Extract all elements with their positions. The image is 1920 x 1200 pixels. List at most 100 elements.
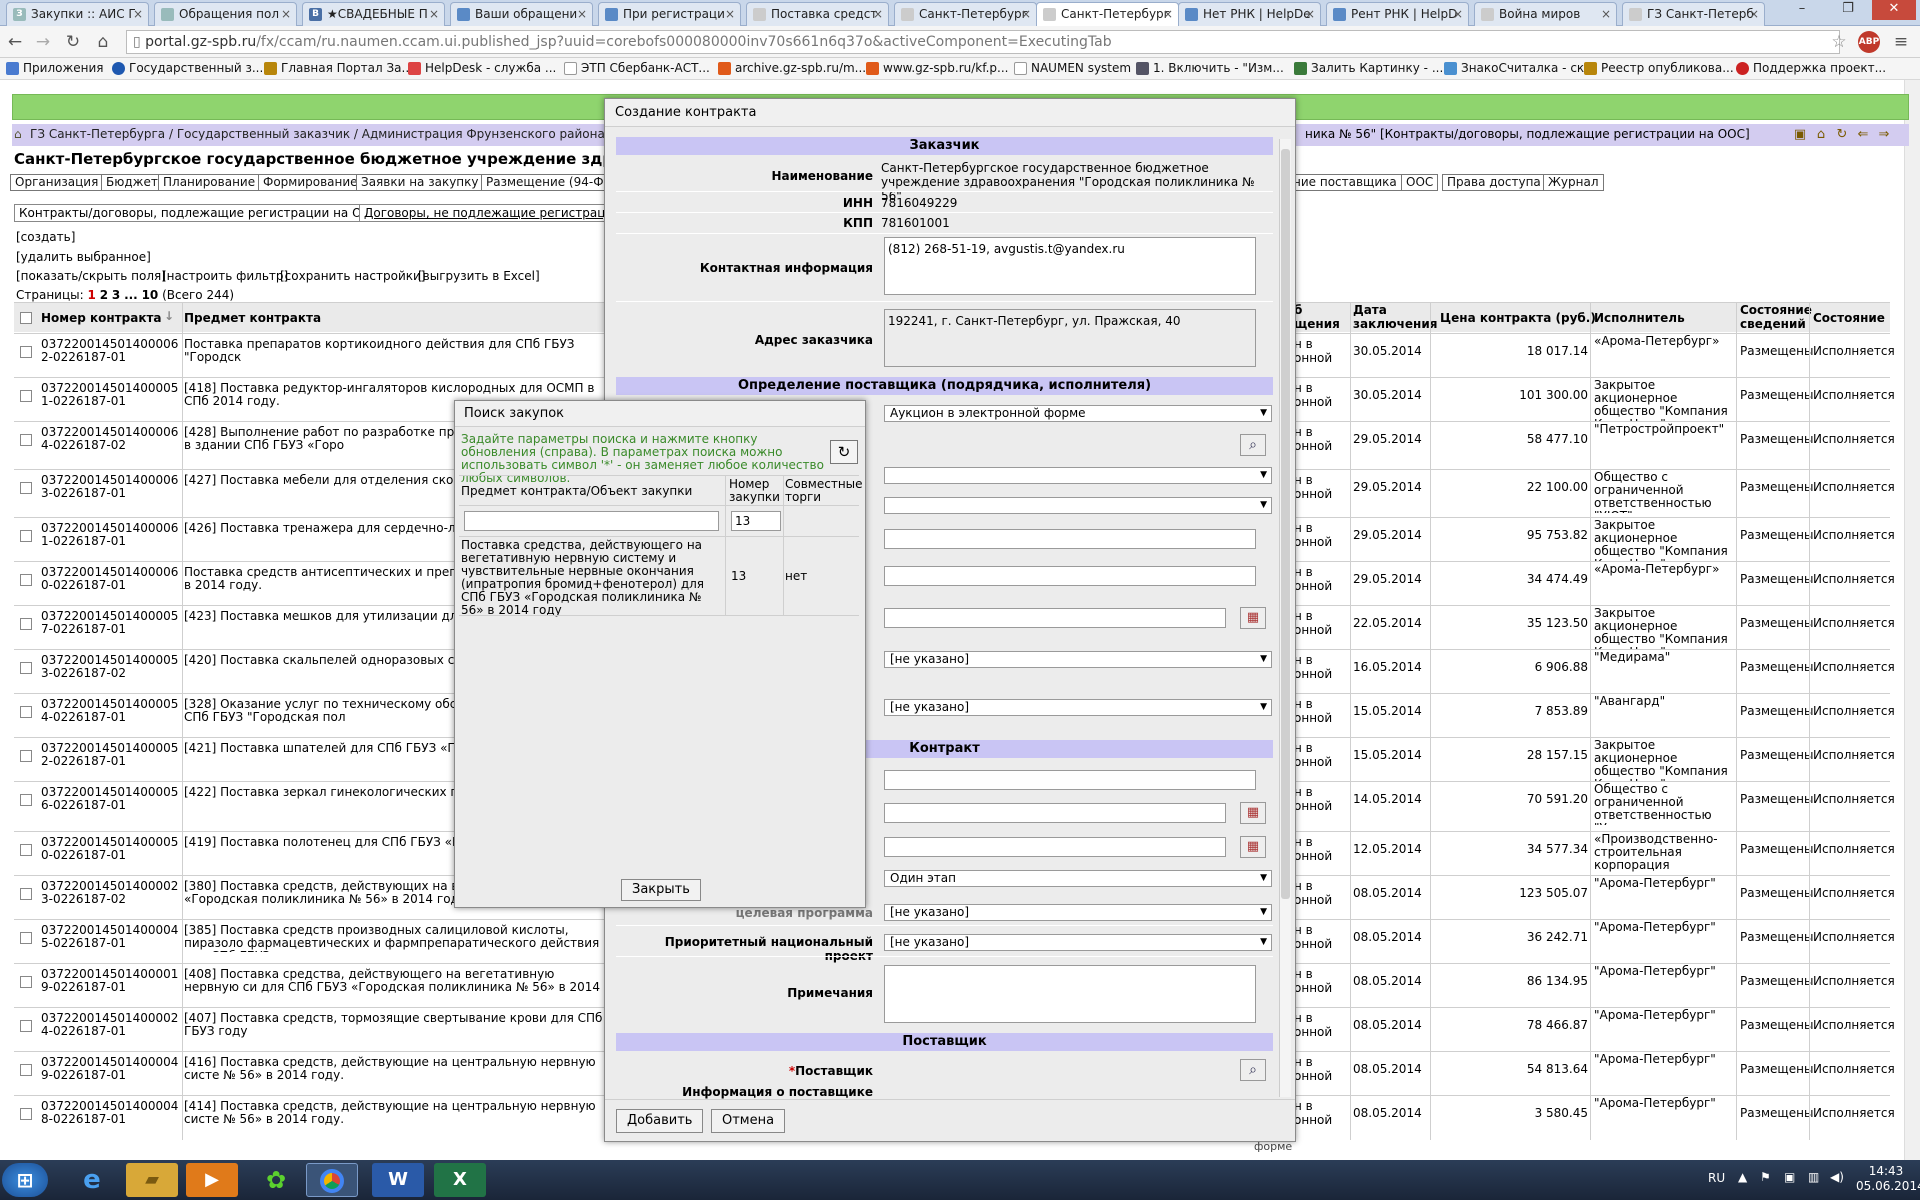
procurement-method-select[interactable]: Аукцион в электронной форме <box>884 405 1272 422</box>
folder-icon[interactable]: ▣ <box>1791 127 1809 143</box>
tab-planning[interactable]: Планирование <box>158 174 261 191</box>
close-icon[interactable]: × <box>281 3 291 25</box>
forward-icon[interactable]: → <box>32 31 54 53</box>
home-icon[interactable]: ⌂ <box>92 31 114 53</box>
chrome-icon[interactable] <box>306 1163 358 1197</box>
close-icon[interactable]: × <box>873 3 883 25</box>
tab-organization[interactable]: Организация <box>10 174 104 191</box>
contract-number[interactable]: 0372200145014000052-0226187-01 <box>41 742 181 770</box>
delete-selected-link[interactable]: [удалить выбранное] <box>16 250 151 264</box>
close-icon[interactable]: × <box>1021 3 1031 25</box>
contract-number[interactable]: 0372200145014000063-0226187-01 <box>41 474 181 502</box>
browser-tab[interactable]: Обращения пол × <box>154 2 297 26</box>
home-icon[interactable]: ⌂ <box>14 124 22 144</box>
row-checkbox[interactable] <box>20 1064 32 1076</box>
page-current[interactable]: 1 <box>88 288 96 302</box>
browser-tab[interactable]: Война миров × <box>1474 2 1617 26</box>
browser-tab-active[interactable]: Санкт-Петербург × <box>1036 2 1179 27</box>
calendar-icon[interactable]: ▦ <box>1240 836 1266 858</box>
bookmark[interactable]: Реестр опубликова... <box>1584 61 1734 76</box>
tab-oos[interactable]: ООС <box>1401 174 1439 191</box>
browser-tab[interactable]: Нет РНК | HelpDe × <box>1178 2 1321 26</box>
word-icon[interactable]: W <box>372 1163 424 1197</box>
create-link[interactable]: [создать] <box>16 230 75 244</box>
row-checkbox[interactable] <box>20 706 32 718</box>
clock[interactable]: 14:43 05.06.2014 <box>1856 1164 1920 1194</box>
row-checkbox[interactable] <box>20 888 32 900</box>
select-not-specified-1[interactable]: [не указано] <box>884 651 1272 668</box>
add-button[interactable]: Добавить <box>616 1109 704 1133</box>
volume-icon[interactable]: ◀) <box>1830 1170 1844 1184</box>
cancel-button[interactable]: Отмена <box>711 1109 786 1133</box>
select-not-specified-2[interactable]: [не указано] <box>884 699 1272 716</box>
excel-icon[interactable]: X <box>434 1163 486 1197</box>
bookmark[interactable]: ЗнакоСчиталка - ск... <box>1444 61 1596 76</box>
address-bar[interactable]: ▯ portal.gz-spb.ru/fx/ccam/ru.naumen.cca… <box>126 30 1840 54</box>
page-link-last[interactable]: 10 <box>142 288 159 302</box>
row-checkbox[interactable] <box>20 574 32 586</box>
tray-arrow-icon[interactable]: ▲ <box>1738 1170 1747 1184</box>
close-icon[interactable]: × <box>429 3 439 25</box>
browser-tab[interactable]: ГЗ Санкт-Петерб × <box>1622 2 1765 26</box>
tab-forming[interactable]: Формирование <box>258 174 363 191</box>
forward-arrow-icon[interactable]: ⇒ <box>1875 127 1893 143</box>
language-indicator[interactable]: RU <box>1708 1171 1725 1185</box>
contract-number[interactable]: 0372200145014000064-0226187-02 <box>41 426 181 454</box>
refresh-icon[interactable]: ↻ <box>1833 127 1851 143</box>
column-header-price[interactable]: Цена контракта (руб.) <box>1440 312 1596 325</box>
contract-number[interactable]: 0372200145014000053-0226187-02 <box>41 654 181 682</box>
tray-device-icon[interactable]: ▣ <box>1784 1170 1795 1184</box>
scrollbar-thumb[interactable] <box>1281 149 1290 899</box>
menu-icon[interactable]: ≡ <box>1890 31 1912 53</box>
close-icon[interactable]: × <box>1749 3 1759 25</box>
bookmark-apps[interactable]: Приложения <box>6 61 104 76</box>
result-subject[interactable]: Поставка средства, действующего на вегет… <box>461 539 721 617</box>
ie-icon[interactable]: e <box>66 1163 118 1197</box>
notes-field[interactable] <box>884 965 1256 1023</box>
contract-number[interactable]: 0372200145014000024-0226187-01 <box>41 1012 181 1040</box>
row-checkbox[interactable] <box>20 976 32 988</box>
back-icon[interactable]: ← <box>4 31 26 53</box>
row-checkbox[interactable] <box>20 618 32 630</box>
network-icon[interactable]: ▥ <box>1808 1170 1819 1184</box>
text-field-2[interactable] <box>884 566 1256 586</box>
bookmark[interactable]: 1. Включить - "Изм... <box>1136 61 1284 76</box>
bookmark[interactable]: archive.gz-spb.ru/m... <box>718 61 866 76</box>
browser-tab[interactable]: В ★СВАДЕБНЫЕ П × <box>302 2 445 26</box>
adblock-icon[interactable]: ABP <box>1858 31 1880 53</box>
contract-number[interactable]: 0372200145014000049-0226187-01 <box>41 1056 181 1084</box>
supplier-search-icon[interactable]: ⌕ <box>1240 1059 1266 1081</box>
back-arrow-icon[interactable]: ⇐ <box>1854 127 1872 143</box>
date-field-2[interactable] <box>884 803 1226 823</box>
select-empty-1[interactable] <box>884 467 1272 484</box>
browser-tab[interactable]: Санкт-Петербург × <box>894 2 1037 26</box>
tab-contracts-non-oos[interactable]: Договоры, не подлежащие регистрации <box>359 204 626 222</box>
contract-number[interactable]: 0372200145014000054-0226187-01 <box>41 698 181 726</box>
explorer-icon[interactable]: ▰ <box>126 1163 178 1197</box>
show-hide-fields-link[interactable]: [показать/скрыть поля] <box>16 269 166 283</box>
page-link[interactable]: 2 <box>100 288 108 302</box>
lock-icon[interactable]: ⌂ <box>1812 127 1830 143</box>
bookmark[interactable]: HelpDesk - служба ... <box>408 61 556 76</box>
page-link[interactable]: 3 <box>112 288 120 302</box>
star-icon[interactable]: ☆ <box>1828 31 1850 53</box>
close-icon[interactable]: × <box>133 3 143 25</box>
tab-supplier-determination[interactable]: ние поставщика <box>1288 174 1402 191</box>
filter-settings-link[interactable]: [настроить фильтр] <box>162 269 288 283</box>
priority-project-select[interactable]: [не указано] <box>884 934 1272 951</box>
subject-filter-input[interactable] <box>464 511 719 531</box>
tab-requests[interactable]: Заявки на закупку <box>356 174 484 191</box>
tab-placement[interactable]: Размещение (94-ФЗ <box>481 174 617 191</box>
browser-tab[interactable]: Поставка средст × <box>746 2 889 26</box>
browser-tab[interactable]: Рент РНК | HelpD × <box>1326 2 1469 26</box>
tray-flag-icon[interactable]: ⚑ <box>1760 1170 1771 1184</box>
row-checkbox[interactable] <box>20 530 32 542</box>
browser-tab[interactable]: Ваши обращени × <box>450 2 593 26</box>
contract-number[interactable]: 0372200145014000062-0226187-01 <box>41 338 181 366</box>
column-header-subject[interactable]: Предмет контракта <box>184 312 321 325</box>
date-field-1[interactable] <box>884 608 1226 628</box>
media-player-icon[interactable]: ▶ <box>186 1163 238 1197</box>
contract-number[interactable]: 0372200145014000061-0226187-01 <box>41 522 181 550</box>
calendar-icon[interactable]: ▦ <box>1240 802 1266 824</box>
close-button[interactable]: Закрыть <box>621 879 701 901</box>
